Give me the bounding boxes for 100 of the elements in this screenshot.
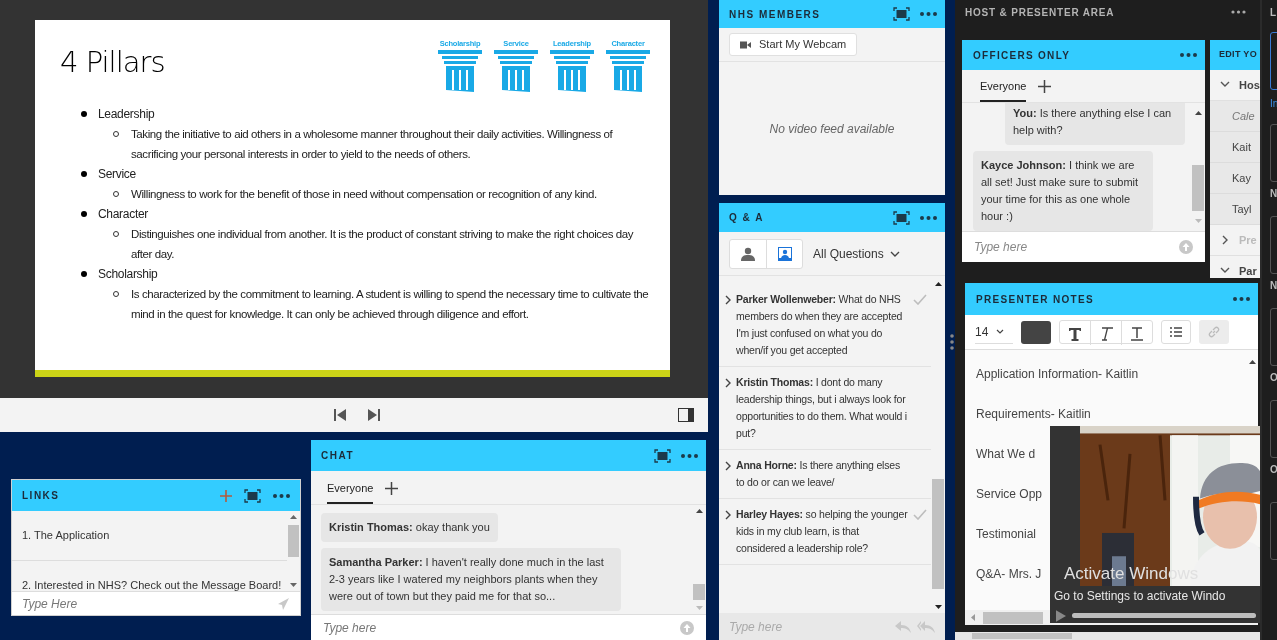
note-line: Requirements- Kaitlin bbox=[976, 406, 1091, 423]
scrollbar-thumb[interactable] bbox=[693, 584, 705, 600]
bullet-text: Taking the initiative to aid others in a wholesome manner throughout their daily activities. Willingness of sacrificing your personal interests in order to yield to the needs of others. bbox=[131, 127, 614, 162]
panel-title: Q & A bbox=[729, 211, 765, 225]
link[interactable]: In bbox=[1270, 96, 1277, 111]
previous-icon[interactable] bbox=[333, 408, 347, 422]
more-icon[interactable] bbox=[681, 453, 698, 458]
scrollbar-thumb[interactable] bbox=[288, 525, 299, 557]
attendee-item[interactable]: Kay bbox=[1210, 163, 1260, 194]
note-line: What We d bbox=[976, 446, 1036, 463]
chat-input[interactable]: Type here bbox=[962, 231, 1205, 262]
bullet-text: Scholarship bbox=[98, 266, 158, 283]
expand-icon[interactable] bbox=[725, 295, 731, 305]
bullet-text: Service bbox=[98, 166, 136, 183]
bullet-text: Leadership bbox=[98, 106, 155, 123]
note-line: Testimonial bbox=[976, 526, 1037, 543]
note-line: Application Information- Kaitlin bbox=[976, 366, 1139, 383]
next-icon[interactable] bbox=[367, 408, 381, 422]
sidebar-toggle-icon[interactable] bbox=[678, 408, 694, 422]
fullscreen-icon[interactable] bbox=[654, 448, 671, 463]
link-input[interactable]: Type Here bbox=[12, 591, 300, 615]
status-message: No video feed available bbox=[769, 120, 895, 138]
question-text: Anna Horne: Is there anything elses to do or can we leave/ bbox=[736, 458, 901, 490]
scrollbar-thumb[interactable] bbox=[983, 611, 1043, 624]
add-icon[interactable] bbox=[1038, 80, 1052, 93]
play-icon[interactable] bbox=[1056, 609, 1066, 622]
scrollbar-thumb[interactable] bbox=[932, 479, 944, 589]
pillar-icon bbox=[550, 50, 594, 92]
chevron-down-icon bbox=[996, 329, 1005, 334]
question-text: Parker Wollenweber: What do NHS members do when they are accepted I'm just confused on what you do when/if you get accepted bbox=[736, 292, 904, 358]
panel-title: PRESENTER NOTES bbox=[976, 292, 1095, 307]
scroll-down-icon[interactable] bbox=[934, 605, 942, 609]
list-button[interactable] bbox=[1161, 320, 1191, 344]
drag-handle-icon[interactable] bbox=[950, 334, 954, 350]
scroll-up-icon[interactable] bbox=[695, 509, 703, 513]
input-field[interactable]: Type Here bbox=[22, 594, 276, 613]
scroll-up-icon[interactable] bbox=[1194, 111, 1202, 115]
field-label: N bbox=[1270, 187, 1277, 201]
attendee-item[interactable]: Tayl bbox=[1210, 194, 1260, 225]
note-line: Service Opp bbox=[976, 486, 1043, 503]
person-icon bbox=[741, 246, 755, 261]
activation-notice-text: Go to Settings to activate Windo bbox=[1054, 588, 1226, 604]
bullet-icon bbox=[81, 111, 87, 117]
attendee-item[interactable]: Cale bbox=[1210, 101, 1260, 132]
chat-message: You: Is there anything else I can help with? bbox=[1005, 103, 1185, 145]
more-icon[interactable] bbox=[920, 12, 937, 16]
bullet-text: Character bbox=[98, 206, 148, 223]
bullet-text: Is characterized by the commitment to learning. A student is willing to spend the necessary time to cultivate the mind in the quest for knowledge. It can only be achieved through diligence and effort. bbox=[131, 287, 650, 322]
chat-message: Samantha Parker: I haven't really done much in the last 2-3 years like I watered my neighbors plants when they were out of town but they paid me for that so... bbox=[321, 548, 621, 611]
attendee-item[interactable]: Kait bbox=[1210, 132, 1260, 163]
input-field[interactable]: Type here bbox=[974, 238, 1179, 256]
filter-dropdown[interactable]: All Questions bbox=[813, 244, 900, 263]
fullscreen-icon[interactable] bbox=[893, 7, 910, 21]
color-swatch[interactable] bbox=[1021, 320, 1051, 344]
field-label: O bbox=[1270, 371, 1277, 385]
more-icon[interactable] bbox=[1231, 10, 1246, 14]
pillar-icon bbox=[606, 50, 650, 92]
list-icon bbox=[1170, 327, 1182, 337]
panel-title: OFFICERS ONLY bbox=[973, 48, 1072, 63]
field-label: O bbox=[1270, 463, 1277, 477]
question-input[interactable]: Type here bbox=[719, 613, 945, 640]
pillar-icon bbox=[494, 50, 538, 92]
chat-message: Kristin Thomas: okay thank you bbox=[321, 513, 498, 542]
group-label[interactable]: Par bbox=[1239, 262, 1257, 278]
question-text: Kristin Thomas: I dont do many leadership things, but i always look for opportunities to do them. What would i put? bbox=[736, 375, 908, 441]
chat-input[interactable]: Type here bbox=[311, 614, 706, 640]
more-icon[interactable] bbox=[1180, 53, 1197, 57]
scrollbar-thumb[interactable] bbox=[1192, 165, 1204, 211]
presenter-icon bbox=[777, 246, 792, 261]
more-icon[interactable] bbox=[1233, 297, 1250, 301]
chevron-down-icon bbox=[889, 250, 900, 257]
font-size-dropdown[interactable]: 14 bbox=[975, 320, 1013, 344]
bullet-icon bbox=[81, 211, 87, 217]
input-field[interactable]: Type here bbox=[729, 617, 889, 636]
panel-title: NHS MEMBERS bbox=[729, 7, 822, 22]
slide-title: 4 Pillars bbox=[60, 44, 165, 81]
more-icon[interactable] bbox=[273, 493, 290, 498]
fullscreen-icon[interactable] bbox=[893, 210, 910, 225]
panel-title: LINKS bbox=[22, 489, 61, 503]
chat-message: Kayce Johnson: I think we are all set! Just make sure to submit your time for this as one whole hour :) bbox=[973, 151, 1153, 231]
horizontal-scrollbar[interactable] bbox=[955, 632, 1260, 640]
input-field[interactable]: Type here bbox=[323, 618, 680, 637]
fullscreen-icon[interactable] bbox=[244, 488, 261, 503]
expand-icon[interactable] bbox=[725, 510, 731, 520]
field-label: N bbox=[1270, 279, 1277, 293]
scroll-up-icon[interactable] bbox=[934, 282, 942, 286]
tab[interactable]: Everyone bbox=[327, 479, 374, 504]
scroll-up-icon[interactable] bbox=[1248, 360, 1256, 364]
expand-icon[interactable] bbox=[725, 378, 731, 388]
panel-title: CHAT bbox=[321, 449, 356, 463]
bullet-text: Willingness to work for the benefit of those in need without compensation or recognition of any kind. bbox=[131, 187, 597, 202]
panel-title: L bbox=[1270, 6, 1277, 20]
expand-icon[interactable] bbox=[725, 461, 731, 471]
bullet-icon bbox=[81, 171, 87, 177]
group-label[interactable]: Hos bbox=[1239, 76, 1260, 94]
add-icon[interactable] bbox=[385, 482, 399, 495]
more-icon[interactable] bbox=[920, 215, 937, 220]
area-title: HOST & PRESENTER AREA bbox=[965, 5, 1116, 20]
panel-title: EDIT YO bbox=[1219, 48, 1257, 62]
start-webcam-button[interactable]: Start My Webcam bbox=[729, 33, 858, 56]
